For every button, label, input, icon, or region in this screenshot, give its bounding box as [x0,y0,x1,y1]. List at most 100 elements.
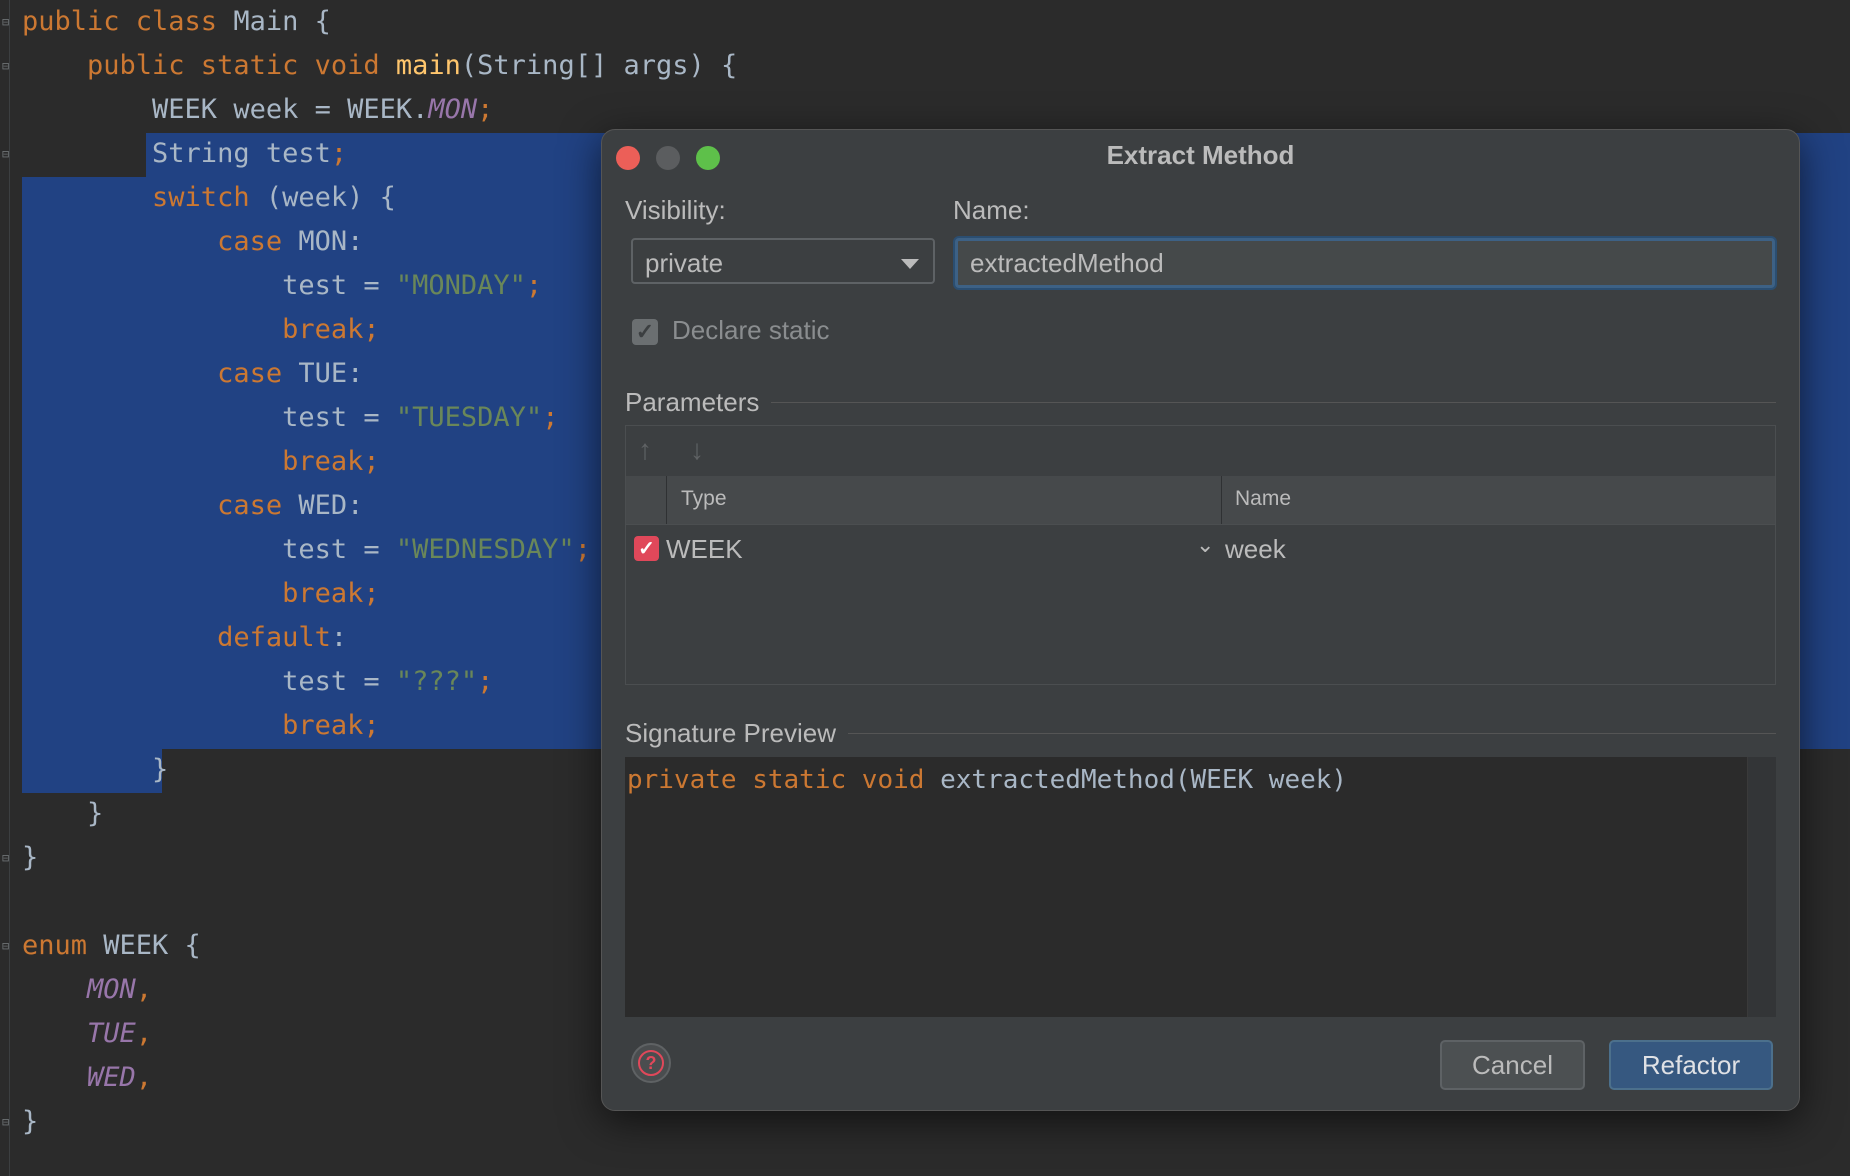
code-token: : [330,622,348,653]
code-line[interactable]: break; [22,308,380,352]
vertical-scrollbar[interactable] [1747,757,1776,1017]
code-line[interactable]: String test; [22,132,347,176]
code-line[interactable]: case TUE: [22,352,363,396]
code-line[interactable]: test = "???"; [22,660,493,704]
parameters-divider [625,402,1776,403]
code-token: , [135,1018,153,1049]
param-enabled-checkbox[interactable]: ✓ [634,536,659,561]
declare-static-label: Declare static [672,315,830,345]
code-token: } [22,842,39,873]
signature-keywords: private static void [627,765,941,795]
code-line[interactable]: MON, [22,968,152,1012]
code-line[interactable]: test = "MONDAY"; [22,264,542,308]
code-line[interactable]: break; [22,440,380,484]
code-line[interactable]: break; [22,704,380,748]
param-name[interactable]: week [1225,534,1286,565]
gutter-divider [9,0,10,1176]
code-token: ; [525,270,543,301]
signature-preview: private static void extractedMethod(WEEK… [625,757,1776,1017]
code-token: break; [22,578,380,609]
code-line[interactable]: WED, [22,1056,152,1100]
code-line[interactable]: public class Main { [22,0,331,44]
signature-code: private static void extractedMethod(WEEK… [627,765,1347,795]
code-token: String test [22,138,331,169]
code-token: ; [477,666,494,697]
fold-icon[interactable]: ⊟ [2,148,14,160]
extract-method-dialog: Extract Method Visibility: Name: private… [601,129,1800,1111]
column-separator [666,476,667,524]
parameters-toolbar: ↑ ↓ [626,426,1775,477]
code-token: } [22,798,104,829]
code-token: MON: [298,226,364,257]
code-token: ; [477,94,494,125]
signature-rest: extractedMethod(WEEK week) [940,765,1348,795]
chevron-down-icon[interactable]: ⌄ [1196,532,1214,558]
dropdown-arrow-icon [901,259,919,269]
column-type-header[interactable]: Type [681,487,727,511]
column-name-header[interactable]: Name [1235,487,1291,511]
cancel-button[interactable]: Cancel [1440,1040,1585,1090]
code-token: Main { [233,6,331,37]
editor-gutter [0,0,18,1176]
code-line[interactable]: } [22,748,168,792]
code-token: } [22,754,169,785]
move-down-icon[interactable]: ↓ [690,434,704,466]
fold-icon[interactable]: ⊟ [2,940,14,952]
code-token: , [135,1062,153,1093]
code-token: MON [428,94,478,125]
code-token: "TUESDAY" [395,402,543,433]
code-token: public static void [22,50,396,81]
code-line[interactable]: } [22,1100,38,1144]
code-line[interactable]: enum WEEK { [22,924,201,968]
code-token: MON [87,974,136,1005]
code-line[interactable]: } [22,836,38,880]
code-token: public class [22,6,234,37]
visibility-label: Visibility: [625,195,726,225]
code-token: test = [22,534,396,565]
code-token: WEEK week = WEEK. [22,94,429,125]
code-token: ; [574,534,591,565]
refactor-button[interactable]: Refactor [1609,1040,1773,1090]
fold-icon[interactable]: ⊟ [2,16,14,28]
code-line[interactable]: test = "TUESDAY"; [22,396,558,440]
code-token: test = [22,666,396,697]
code-token: case [22,226,299,257]
code-line[interactable]: case WED: [22,484,363,528]
code-line[interactable]: break; [22,572,380,616]
fold-icon[interactable]: ⊟ [2,852,14,864]
code-token: WEEK { [103,930,201,961]
code-token: , [135,974,153,1005]
code-token: main [395,50,461,81]
code-token: break; [22,314,380,345]
help-icon: ? [638,1050,664,1076]
code-line[interactable]: WEEK week = WEEK.MON; [22,88,493,132]
param-type[interactable]: WEEK [666,534,743,565]
help-button[interactable]: ? [631,1043,671,1083]
code-line[interactable]: TUE, [22,1012,152,1056]
table-row[interactable]: ✓ WEEK ⌄ week [626,524,1775,574]
dialog-titlebar[interactable]: Extract Method [602,130,1799,186]
code-token: } [22,1106,39,1137]
code-token: TUE [87,1018,136,1049]
code-token: test = [22,402,396,433]
fold-icon[interactable]: ⊟ [2,60,14,72]
code-line[interactable]: default: [22,616,347,660]
column-separator [1221,476,1222,524]
code-line[interactable]: case MON: [22,220,363,264]
signature-preview-title: Signature Preview [625,718,848,749]
visibility-select[interactable]: private [631,238,935,284]
code-token: (String[] args) { [460,50,738,81]
code-token: case [22,358,299,389]
code-token: "WEDNESDAY" [395,534,575,565]
code-line[interactable]: switch (week) { [22,176,396,220]
code-line[interactable]: public static void main(String[] args) { [22,44,737,88]
code-line[interactable]: } [22,792,103,836]
code-line[interactable]: test = "WEDNESDAY"; [22,528,591,572]
move-up-icon[interactable]: ↑ [638,434,652,466]
code-token: test = [22,270,396,301]
name-label: Name: [953,195,1030,225]
method-name-input[interactable] [955,238,1775,288]
fold-icon[interactable]: ⊟ [2,1116,14,1128]
